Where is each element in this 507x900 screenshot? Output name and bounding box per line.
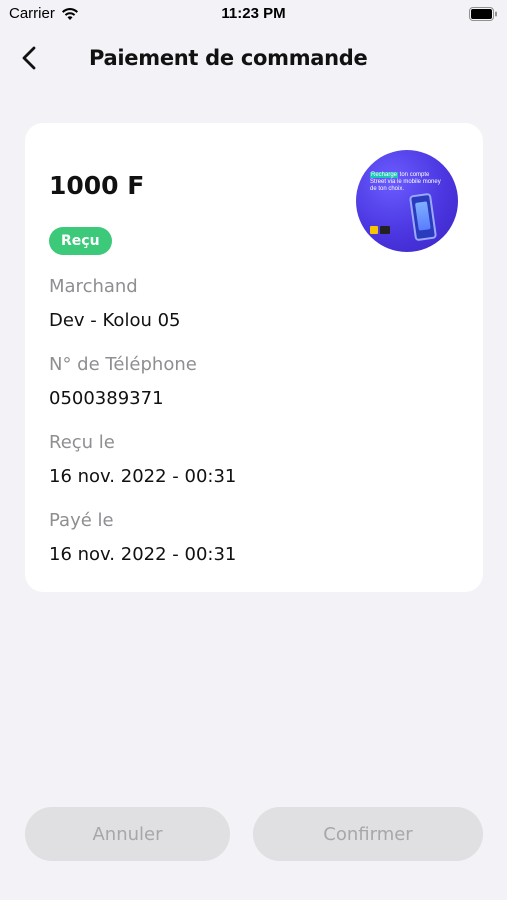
promo-highlight: Recharge: [370, 172, 399, 178]
received-date-value: 16 nov. 2022 - 00:31: [49, 466, 237, 487]
confirm-button[interactable]: Confirmer: [253, 807, 483, 861]
status-bar: Carrier 11:23 PM: [0, 0, 507, 28]
promo-text: Recharge ton compte Street via le mobile…: [370, 172, 444, 193]
page-title: Paiement de commande: [89, 46, 368, 70]
cancel-button[interactable]: Annuler: [25, 807, 230, 861]
navigation-bar: Paiement de commande: [0, 40, 507, 80]
merchant-promo-image: Recharge ton compte Street via le mobile…: [356, 150, 458, 252]
phone-illustration: [408, 192, 438, 242]
battery-icon: [469, 7, 498, 21]
phone-label: N° de Téléphone: [49, 354, 197, 375]
payment-details-card: 1000 F Reçu Recharge ton compte Street v…: [25, 123, 483, 592]
payment-amount: 1000 F: [49, 171, 145, 200]
merchant-value: Dev - Kolou 05: [49, 310, 181, 331]
brand-logo-icon: [370, 226, 378, 234]
paid-date-label: Payé le: [49, 510, 114, 531]
phone-value: 0500389371: [49, 388, 164, 409]
status-badge: Reçu: [49, 227, 112, 255]
status-time: 11:23 PM: [221, 5, 286, 22]
chevron-left-icon: [22, 46, 36, 74]
brand-logo-icon: [380, 226, 390, 234]
paid-date-value: 16 nov. 2022 - 00:31: [49, 544, 237, 565]
merchant-label: Marchand: [49, 276, 138, 297]
received-date-label: Reçu le: [49, 432, 115, 453]
back-button[interactable]: [14, 44, 44, 76]
